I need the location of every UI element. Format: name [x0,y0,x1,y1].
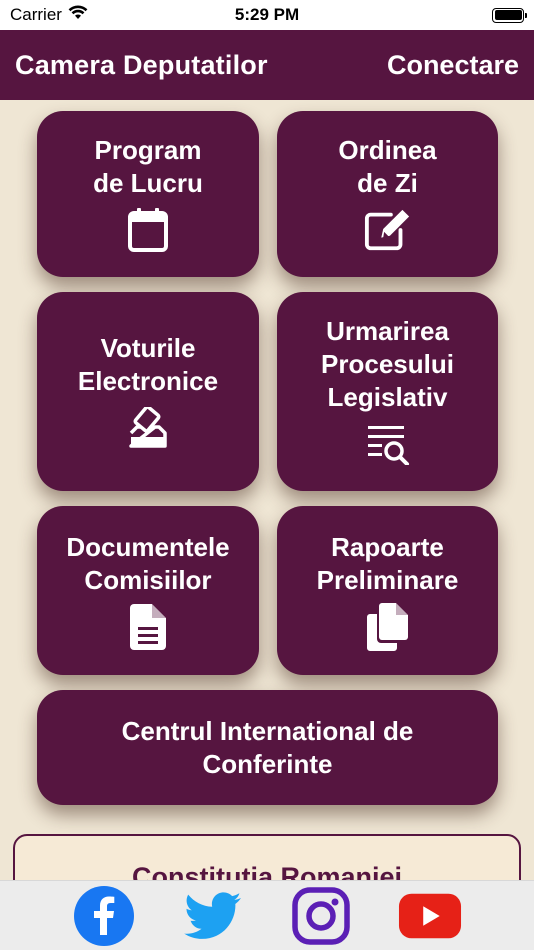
status-bar: Carrier 5:29 PM [0,0,534,30]
ordinea-de-zi-button[interactable]: Ordinea de Zi [277,111,498,277]
program-de-lucru-button[interactable]: Program de Lucru [37,111,259,277]
tile-label: Centrul International de Conferinte [121,715,414,779]
tile-label: Program de Lucru [93,135,203,198]
status-left: Carrier [10,5,88,25]
twitter-button[interactable] [181,884,245,948]
battery-icon [492,7,527,23]
centrul-international-de-conferinte-button[interactable]: Centrul International de Conferinte [37,690,498,805]
vote-ballot-icon [124,404,172,452]
facebook-button[interactable] [72,884,136,948]
tile-label: Voturile Electronice [77,332,219,396]
instagram-icon [292,886,350,945]
twitter-icon [183,891,241,939]
page-title: Camera Deputatilor [15,49,268,80]
urmarirea-procesului-legislativ-button[interactable]: Urmarirea Procesului Legislativ [277,292,498,491]
documentele-comisiilor-button[interactable]: Documentele Comisiilor [37,506,259,675]
tile-label: Rapoarte Preliminare [316,531,459,595]
social-bar [0,880,534,950]
status-time: 5:29 PM [234,5,300,24]
list-search-icon [364,420,412,468]
youtube-button[interactable] [398,884,462,948]
edit-icon [364,206,412,254]
nav-bar: Camera Deputatilor Conectare [0,30,534,100]
wifi-icon [68,5,88,25]
rapoarte-preliminare-button[interactable]: Rapoarte Preliminare [277,506,498,675]
tile-label: Documentele Comisiilor [66,531,230,595]
login-button[interactable]: Conectare [387,50,519,81]
document-icon [124,603,172,651]
calendar-icon [124,206,172,254]
tile-label: Ordinea de Zi [338,135,437,198]
facebook-icon [74,885,135,946]
voturile-electronice-button[interactable]: Voturile Electronice [37,292,259,491]
copy-documents-icon [364,602,412,651]
tile-label: Urmarirea Procesului Legislativ [321,316,454,412]
youtube-icon [398,893,461,938]
carrier-label: Carrier [10,5,62,24]
instagram-button[interactable] [289,884,353,948]
